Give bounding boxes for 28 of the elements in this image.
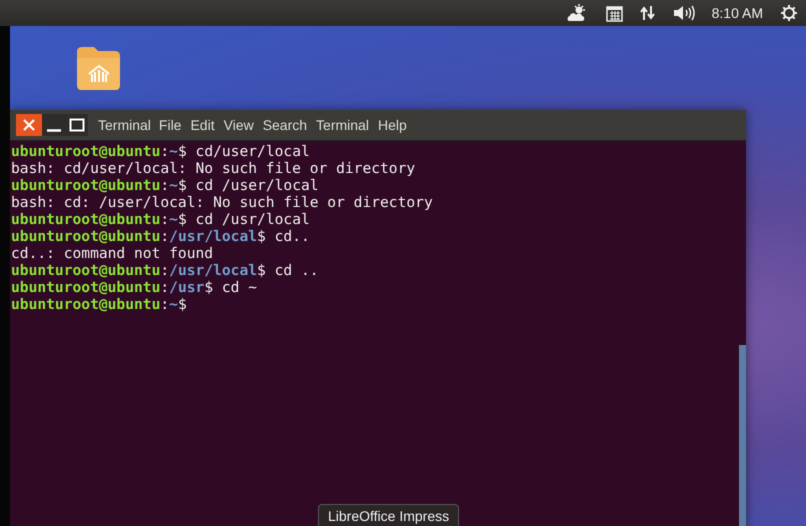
terminal-line: ubunturoot@ubuntu:/usr$ cd ~ [11, 279, 258, 296]
maximize-icon [68, 118, 84, 132]
app-name: Terminal [98, 117, 151, 133]
power-gear-icon[interactable] [780, 4, 798, 22]
close-button[interactable] [16, 114, 42, 136]
terminal-line: ubunturoot@ubuntu:/usr/local$ cd.. [11, 228, 310, 245]
network-arrows-icon[interactable] [640, 5, 656, 21]
menu-item[interactable]: Search [262, 117, 308, 133]
scrollbar[interactable] [739, 345, 746, 526]
menu-item[interactable]: View [224, 117, 254, 133]
menu-item[interactable]: File [158, 117, 182, 133]
terminal-line: ubunturoot@ubuntu:~$ cd /user/local [11, 177, 319, 194]
tooltip: LibreOffice Impress [318, 504, 460, 526]
minimize-icon [46, 128, 60, 132]
menu-item[interactable]: Edit [190, 117, 215, 133]
menu-item[interactable]: Terminal [316, 117, 369, 133]
close-icon [22, 118, 36, 132]
volume-icon[interactable] [672, 5, 695, 21]
terminal-line: bash: cd/user/local: No such file or directory [11, 160, 416, 177]
menu-item[interactable]: Help [378, 117, 407, 133]
calendar-icon[interactable] [606, 4, 623, 22]
terminal-line: ubunturoot@ubuntu:/usr/local$ cd .. [11, 262, 319, 279]
terminal-line: ubunturoot@ubuntu:~$ [11, 296, 187, 313]
terminal-line: ubunturoot@ubuntu:~$ cd /usr/local [11, 211, 310, 228]
clock[interactable]: 8:10 AM [712, 5, 763, 21]
terminal-line: ubunturoot@ubuntu:~$ cd/user/local [11, 143, 310, 160]
terminal-line: bash: cd: /user/local: No such file or directory [11, 194, 433, 211]
terminal-line: cd..: command not found [11, 245, 214, 262]
